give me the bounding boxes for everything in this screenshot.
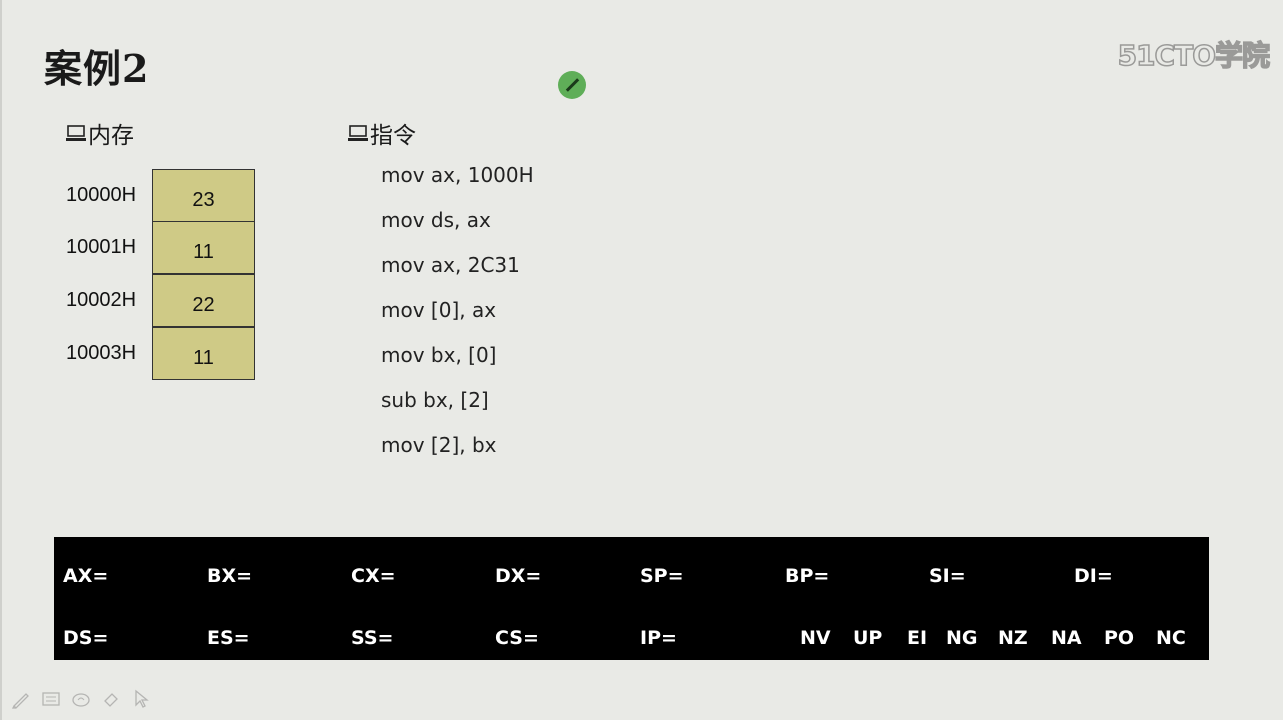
flag-nc: NC — [1156, 627, 1186, 649]
memory-row: 10000H 23 — [66, 169, 266, 222]
register-ds: DS= — [63, 627, 109, 649]
memory-cell: 11 — [152, 221, 255, 274]
memory-row: 10001H 11 — [66, 221, 266, 274]
instruction-line: mov [0], ax — [381, 298, 497, 322]
instruction-line: mov ax, 1000H — [381, 163, 534, 187]
memory-heading-label: 内存 — [88, 123, 134, 149]
memory-cell: 23 — [152, 169, 255, 222]
register-dx: DX= — [495, 565, 542, 587]
slides-icon[interactable] — [40, 688, 62, 710]
memory-cell: 11 — [152, 327, 255, 380]
pointer-icon[interactable] — [130, 688, 152, 710]
instructions-heading-label: 指令 — [370, 123, 416, 149]
presentation-toolbar — [10, 688, 152, 710]
ink-icon[interactable] — [70, 688, 92, 710]
brand-watermark: 51CTO学院 — [1117, 38, 1271, 73]
instruction-line: mov ds, ax — [381, 208, 491, 232]
flag-ng: NG — [946, 627, 978, 649]
instruction-line: sub bx, [2] — [381, 388, 489, 412]
instruction-line: mov ax, 2C31 — [381, 253, 520, 277]
register-cs: CS= — [495, 627, 539, 649]
register-bx: BX= — [207, 565, 253, 587]
register-si: SI= — [929, 565, 966, 587]
instruction-line: mov [2], bx — [381, 433, 497, 457]
memory-address: 10003H — [66, 342, 137, 364]
memory-address: 10002H — [66, 289, 137, 311]
flag-po: PO — [1104, 627, 1135, 649]
register-sp: SP= — [640, 565, 684, 587]
memory-cell: 22 — [152, 274, 255, 327]
memory-row: 10002H 22 — [66, 274, 266, 327]
memory-address: 10001H — [66, 236, 137, 258]
memory-heading: 内存 — [66, 116, 134, 150]
instructions-heading: 指令 — [348, 116, 416, 150]
register-cx: CX= — [351, 565, 396, 587]
register-panel: AX= BX= CX= DX= SP= BP= SI= DI= DS= ES= … — [54, 537, 1209, 660]
eraser-icon[interactable] — [100, 688, 122, 710]
register-bp: BP= — [785, 565, 830, 587]
flag-na: NA — [1051, 627, 1082, 649]
memory-address: 10000H — [66, 184, 137, 206]
register-ss: SS= — [351, 627, 394, 649]
flag-nz: NZ — [998, 627, 1028, 649]
computer-bullet-icon — [66, 125, 86, 141]
register-ip: IP= — [640, 627, 677, 649]
instruction-line: mov bx, [0] — [381, 343, 497, 367]
flag-ei: EI — [907, 627, 928, 649]
laser-pointer-icon — [558, 71, 586, 99]
register-es: ES= — [207, 627, 250, 649]
register-ax: AX= — [63, 565, 109, 587]
slide-title: 案例2 — [44, 46, 150, 91]
register-di: DI= — [1074, 565, 1113, 587]
flag-up: UP — [853, 627, 883, 649]
computer-bullet-icon — [348, 125, 368, 141]
pen-icon[interactable] — [10, 688, 32, 710]
flag-nv: NV — [800, 627, 831, 649]
memory-row: 10003H 11 — [66, 327, 266, 380]
